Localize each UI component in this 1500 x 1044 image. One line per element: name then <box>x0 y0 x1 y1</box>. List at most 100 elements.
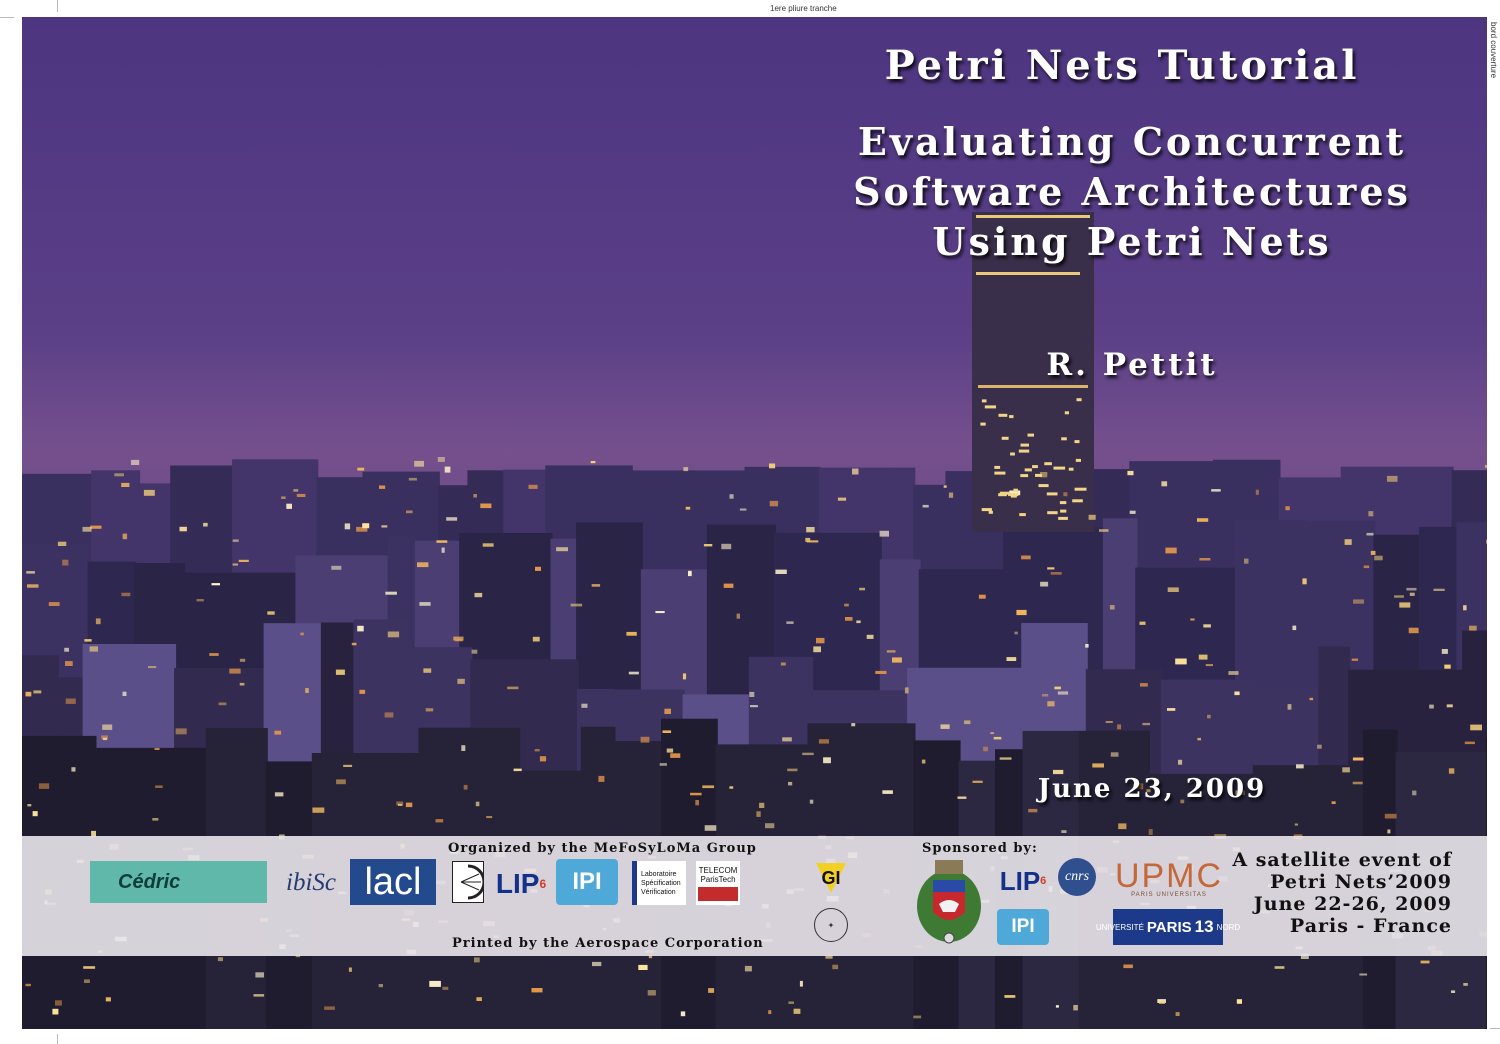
window-light <box>1344 539 1352 545</box>
tower-window-light <box>1047 511 1058 515</box>
tower-window-light <box>1001 436 1009 440</box>
window-light <box>121 482 130 487</box>
window-light <box>52 1008 59 1015</box>
window-light <box>866 634 874 639</box>
window-light <box>983 746 988 752</box>
window-light <box>482 543 494 547</box>
window-light <box>638 964 648 970</box>
window-light <box>25 691 32 697</box>
window-light <box>253 994 265 997</box>
window-light <box>1197 518 1209 522</box>
window-light <box>964 720 971 725</box>
window-light <box>1085 644 1089 648</box>
window-light <box>336 779 346 785</box>
window-light <box>406 510 413 514</box>
window-light <box>1159 1001 1165 1004</box>
tower-window-light <box>1060 509 1067 513</box>
tower-window-light <box>1020 474 1029 478</box>
sponsor-band: Organized by the MeFoSyLoMa Group Printe… <box>22 836 1487 956</box>
satellite-line: June 22-26, 2009 <box>1253 893 1452 915</box>
window-light <box>806 527 815 533</box>
window-light <box>238 559 249 562</box>
window-light <box>463 784 468 790</box>
tower-window-light <box>1075 458 1081 462</box>
window-light <box>239 682 245 686</box>
window-light <box>851 723 856 727</box>
window-light <box>1363 565 1370 569</box>
window-light <box>1296 764 1304 769</box>
window-light <box>1207 714 1211 719</box>
window-light <box>775 569 787 574</box>
window-light <box>38 783 50 789</box>
tower-window-light <box>1008 493 1019 497</box>
window-light <box>1292 625 1297 631</box>
window-light <box>1368 511 1374 517</box>
tower-window-light <box>1059 501 1067 505</box>
window-light <box>729 494 734 499</box>
window-light <box>780 662 786 666</box>
window-light <box>455 639 463 642</box>
window-light <box>1040 581 1049 587</box>
window-light <box>417 562 429 568</box>
compass-logo-icon <box>452 861 484 903</box>
window-light <box>1394 595 1404 598</box>
window-light <box>32 811 38 817</box>
window-light <box>89 646 98 652</box>
window-light <box>1302 578 1307 585</box>
window-light <box>1287 704 1292 710</box>
window-light <box>1198 654 1208 660</box>
window-light <box>904 687 909 694</box>
window-light <box>534 749 540 752</box>
window-light <box>1255 489 1259 495</box>
window-light <box>379 485 386 489</box>
window-light <box>591 584 601 587</box>
window-light <box>1429 704 1434 709</box>
window-light <box>378 984 383 988</box>
window-light <box>267 611 275 615</box>
window-light <box>647 990 656 996</box>
window-light <box>312 807 325 813</box>
window-light <box>217 957 223 962</box>
window-light <box>1014 631 1018 635</box>
window-light <box>1142 722 1150 726</box>
window-light <box>786 621 794 624</box>
window-light <box>765 823 775 829</box>
upmc-logo-text: UPMC <box>1114 856 1224 895</box>
window-light <box>769 500 779 507</box>
window-light <box>1399 602 1411 608</box>
organized-by-text: Organized by the MeFoSyLoMa Group <box>448 841 757 856</box>
window-light <box>239 658 246 662</box>
paris13-logo: UNIVERSITÉ PARIS 13 NORD <box>1096 909 1240 945</box>
window-light <box>26 571 35 574</box>
window-light <box>131 459 140 465</box>
window-light <box>1140 683 1148 687</box>
window-light <box>398 803 403 806</box>
window-light <box>690 792 702 796</box>
window-light <box>274 730 282 735</box>
window-light <box>1092 763 1104 768</box>
window-light <box>122 691 127 696</box>
event-date: June 23, 2009 <box>1037 774 1267 804</box>
window-light <box>513 768 522 772</box>
window-light <box>1352 781 1363 785</box>
window-light <box>1055 1005 1059 1008</box>
window-light <box>209 653 219 656</box>
lip6-logo-text: LIP <box>495 868 540 899</box>
window-light <box>1178 759 1183 765</box>
window-light <box>155 785 163 788</box>
window-light <box>437 457 445 462</box>
window-light <box>425 708 434 712</box>
upmc-logo: UPMC PARIS UNIVERSITAS <box>1115 854 1223 900</box>
window-light <box>1331 801 1336 804</box>
crop-mark <box>1490 1028 1500 1029</box>
window-light <box>90 525 102 529</box>
window-light <box>1342 767 1350 773</box>
lsv-logo-line: Vérification <box>641 888 676 896</box>
window-light <box>1199 558 1211 561</box>
window-light <box>1063 492 1068 497</box>
tower-window-light <box>1058 516 1068 520</box>
window-light <box>879 530 889 537</box>
window-light <box>750 705 758 708</box>
window-light <box>475 801 480 807</box>
window-light <box>948 492 954 498</box>
